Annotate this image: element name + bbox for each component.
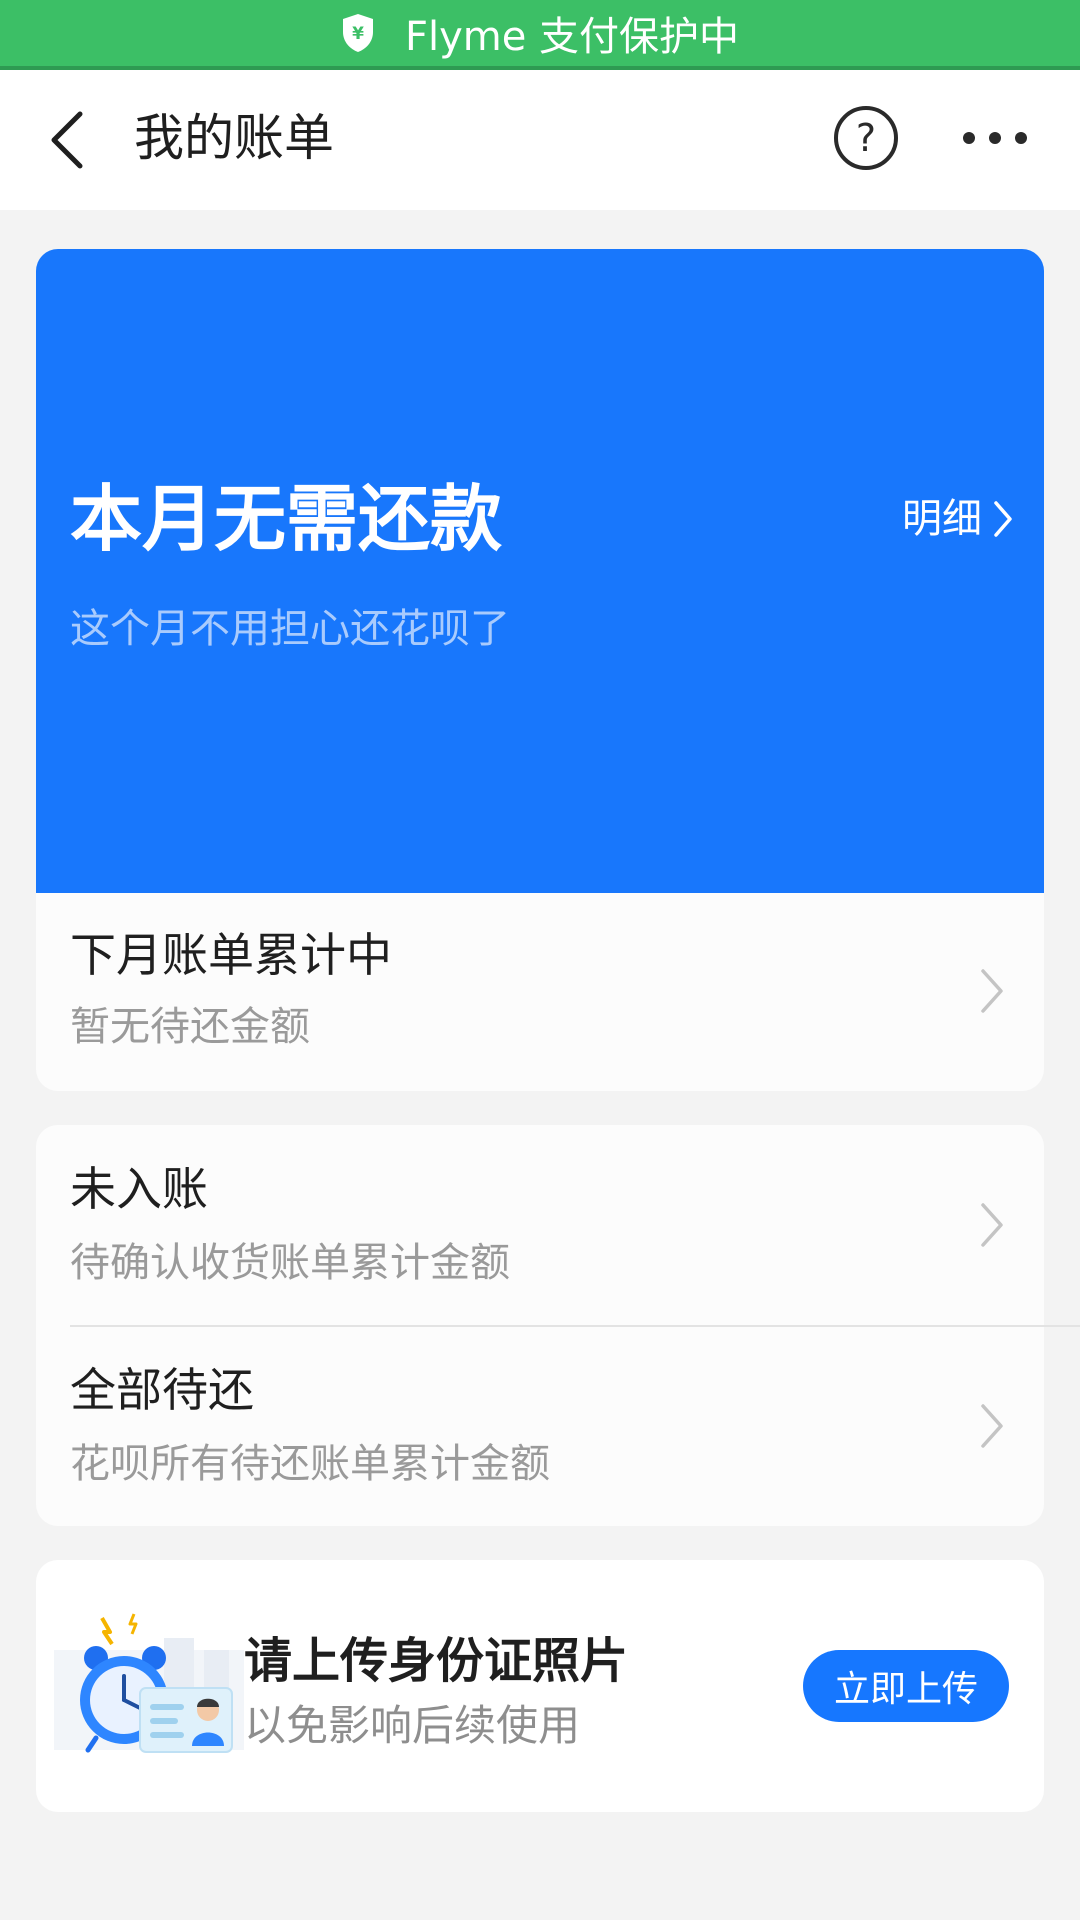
help-icon: ? [834, 106, 898, 170]
upload-now-button[interactable]: 立即上传 [803, 1650, 1009, 1722]
payment-protection-banner: ¥ Flyme 支付保护中 [0, 0, 1080, 70]
alarm-clock-id-card-illustration [54, 1610, 244, 1760]
list-item-all-pending[interactable]: 全部待还 花呗所有待还账单累计金额 [36, 1326, 1044, 1526]
next-month-title: 下月账单累计中 [70, 928, 392, 982]
next-month-subtitle: 暂无待还金额 [70, 1004, 310, 1050]
repayment-summary-card: 本月无需还款 这个月不用担心还花呗了 明细 [36, 249, 1044, 893]
list-item-unbilled[interactable]: 未入账 待确认收货账单累计金额 [36, 1125, 1044, 1325]
detail-label: 明细 [902, 496, 982, 542]
summary-title: 本月无需还款 [70, 477, 503, 561]
chevron-right-icon [981, 1404, 1003, 1448]
svg-text:?: ? [856, 116, 876, 160]
detail-link[interactable]: 明细 [902, 489, 1014, 549]
banner-text: Flyme 支付保护中 [404, 14, 740, 60]
more-icon [963, 132, 1027, 144]
app-header: 我的账单 ? [0, 70, 1080, 210]
svg-text:¥: ¥ [352, 24, 364, 44]
shield-yen-icon: ¥ [341, 13, 375, 53]
more-button[interactable] [960, 120, 1030, 156]
summary-subtitle: 这个月不用担心还花呗了 [70, 606, 510, 652]
help-button[interactable]: ? [832, 104, 900, 172]
back-arrow-icon [51, 111, 83, 169]
chevron-right-icon [981, 1203, 1003, 1247]
chevron-right-icon [994, 501, 1012, 537]
bill-list-card: 未入账 待确认收货账单累计金额 全部待还 花呗所有待还账单累计金额 [36, 1125, 1080, 1526]
upload-subtitle: 以免影响后续使用 [244, 1701, 581, 1750]
upload-title: 请上传身份证照片 [244, 1633, 629, 1689]
list-item-subtitle: 待确认收货账单累计金额 [70, 1240, 510, 1286]
upload-id-card: 请上传身份证照片 以免影响后续使用 立即上传 [36, 1560, 1044, 1812]
back-button[interactable] [42, 104, 102, 174]
list-item-title: 全部待还 [70, 1363, 254, 1417]
chevron-right-icon [981, 969, 1003, 1013]
page-title: 我的账单 [134, 109, 334, 167]
next-month-bill-row[interactable]: 下月账单累计中 暂无待还金额 [36, 893, 1044, 1091]
list-item-title: 未入账 [70, 1162, 208, 1216]
list-item-subtitle: 花呗所有待还账单累计金额 [70, 1441, 550, 1487]
